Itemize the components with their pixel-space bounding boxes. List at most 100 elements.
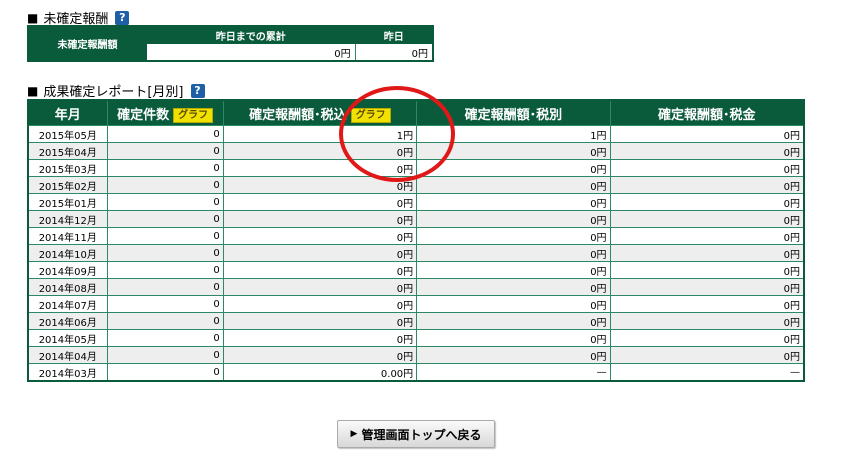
count-header: 確定件数 グラフ xyxy=(106,99,224,126)
table-row: 2014年04月 0 0円 0円 0円 xyxy=(27,346,805,364)
reward-incl-cell: 0円 xyxy=(222,261,418,279)
reward-excl-cell: 0円 xyxy=(416,159,611,177)
count-cell: 0 xyxy=(106,278,224,296)
tax-cell: 0円 xyxy=(609,193,805,211)
count-cell: 0 xyxy=(106,346,224,364)
tax-cell: 0円 xyxy=(609,261,805,279)
reward-excl-cell: — xyxy=(416,363,611,382)
table-row: 2014年11月 0 0円 0円 0円 xyxy=(27,227,805,245)
count-cell: 0 xyxy=(106,312,224,330)
tax-cell: 0円 xyxy=(609,125,805,143)
month-cell: 2015年05月 xyxy=(27,125,108,143)
pending-reward-table: 未確定報酬額 昨日までの累計 昨日 0円 0円 xyxy=(27,25,434,62)
reward-excl-cell: 0円 xyxy=(416,346,611,364)
reward-excl-cell: 0円 xyxy=(416,193,611,211)
reward-incl-cell: 0円 xyxy=(222,244,418,262)
reward-incl-cell: 0.00円 xyxy=(222,363,418,382)
reward-excl-cell: 0円 xyxy=(416,244,611,262)
tax-cell: 0円 xyxy=(609,210,805,228)
arrow-right-icon: ▶ xyxy=(350,429,358,439)
month-cell: 2014年03月 xyxy=(27,363,108,382)
count-cell: 0 xyxy=(106,210,224,228)
help-icon[interactable]: ? xyxy=(115,10,130,25)
count-cell: 0 xyxy=(106,227,224,245)
month-cell: 2015年01月 xyxy=(27,193,108,211)
count-cell: 0 xyxy=(106,159,224,177)
month-cell: 2015年02月 xyxy=(27,176,108,194)
table-row: 2014年05月 0 0円 0円 0円 xyxy=(27,329,805,347)
pending-row-label: 未確定報酬額 xyxy=(27,25,147,62)
tax-cell: 0円 xyxy=(609,329,805,347)
reward-incl-cell: 0円 xyxy=(222,329,418,347)
reward-excl-cell: 0円 xyxy=(416,312,611,330)
count-cell: 0 xyxy=(106,176,224,194)
tax-cell: 0円 xyxy=(609,295,805,313)
reward-excl-cell: 0円 xyxy=(416,295,611,313)
month-cell: 2014年07月 xyxy=(27,295,108,313)
back-button-label: 管理画面トップへ戻る xyxy=(361,427,482,442)
count-cell: 0 xyxy=(106,244,224,262)
reward-incl-cell: 0円 xyxy=(222,295,418,313)
tax-cell: 0円 xyxy=(609,159,805,177)
reward-excl-cell: 0円 xyxy=(416,210,611,228)
month-cell: 2014年09月 xyxy=(27,261,108,279)
tax-cell: 0円 xyxy=(609,346,805,364)
tax-cell: 0円 xyxy=(609,312,805,330)
report-section-title: ■ 成果確定レポート[月別] ? xyxy=(27,81,205,100)
help-icon[interactable]: ? xyxy=(190,83,205,98)
tax-cell: — xyxy=(609,363,805,382)
reward-incl-cell: 0円 xyxy=(222,312,418,330)
reward-excl-cell: 0円 xyxy=(416,278,611,296)
table-row: 2014年07月 0 0円 0円 0円 xyxy=(27,295,805,313)
yesterday-value: 0円 xyxy=(354,43,434,62)
count-cell: 0 xyxy=(106,261,224,279)
reward-excl-cell: 0円 xyxy=(416,329,611,347)
annotation-circle xyxy=(339,86,455,182)
back-to-top-button[interactable]: ▶ 管理画面トップへ戻る xyxy=(337,420,495,448)
count-cell: 0 xyxy=(106,295,224,313)
month-cell: 2015年04月 xyxy=(27,142,108,160)
month-cell: 2014年06月 xyxy=(27,312,108,330)
table-row: 2014年03月 0 0.00円 — — xyxy=(27,363,805,382)
tax-cell: 0円 xyxy=(609,176,805,194)
reward-incl-cell: 0円 xyxy=(222,210,418,228)
cumulative-value: 0円 xyxy=(146,43,356,62)
month-cell: 2014年08月 xyxy=(27,278,108,296)
count-cell: 0 xyxy=(106,363,224,382)
count-cell: 0 xyxy=(106,193,224,211)
table-row: 2015年01月 0 0円 0円 0円 xyxy=(27,193,805,211)
month-cell: 2014年05月 xyxy=(27,329,108,347)
month-cell: 2015年03月 xyxy=(27,159,108,177)
count-cell: 0 xyxy=(106,329,224,347)
month-cell: 2014年10月 xyxy=(27,244,108,262)
count-graph-button[interactable]: グラフ xyxy=(173,107,214,123)
tax-cell: 0円 xyxy=(609,227,805,245)
count-cell: 0 xyxy=(106,142,224,160)
table-row: 2014年10月 0 0円 0円 0円 xyxy=(27,244,805,262)
month-cell: 2014年12月 xyxy=(27,210,108,228)
col-yesterday-header: 昨日 xyxy=(354,25,434,44)
square-bullet-icon: ■ xyxy=(27,10,39,25)
col-cumulative-header: 昨日までの累計 xyxy=(146,25,356,44)
tax-cell: 0円 xyxy=(609,142,805,160)
tax-cell: 0円 xyxy=(609,244,805,262)
count-cell: 0 xyxy=(106,125,224,143)
month-cell: 2014年04月 xyxy=(27,346,108,364)
reward-incl-cell: 0円 xyxy=(222,193,418,211)
reward-incl-cell: 0円 xyxy=(222,278,418,296)
reward-incl-cell: 0円 xyxy=(222,227,418,245)
month-header: 年月 xyxy=(27,99,108,126)
table-row: 2014年09月 0 0円 0円 0円 xyxy=(27,261,805,279)
table-row: 2014年06月 0 0円 0円 0円 xyxy=(27,312,805,330)
reward-incl-cell: 0円 xyxy=(222,346,418,364)
report-title-text: 成果確定レポート[月別] xyxy=(43,85,184,100)
reward-excl-cell: 0円 xyxy=(416,261,611,279)
reward-excl-cell: 0円 xyxy=(416,176,611,194)
reward-excl-cell: 0円 xyxy=(416,227,611,245)
tax-header: 確定報酬額･税金 xyxy=(609,99,805,126)
tax-cell: 0円 xyxy=(609,278,805,296)
month-cell: 2014年11月 xyxy=(27,227,108,245)
square-bullet-icon: ■ xyxy=(27,83,39,98)
table-row: 2014年12月 0 0円 0円 0円 xyxy=(27,210,805,228)
table-row: 2014年08月 0 0円 0円 0円 xyxy=(27,278,805,296)
